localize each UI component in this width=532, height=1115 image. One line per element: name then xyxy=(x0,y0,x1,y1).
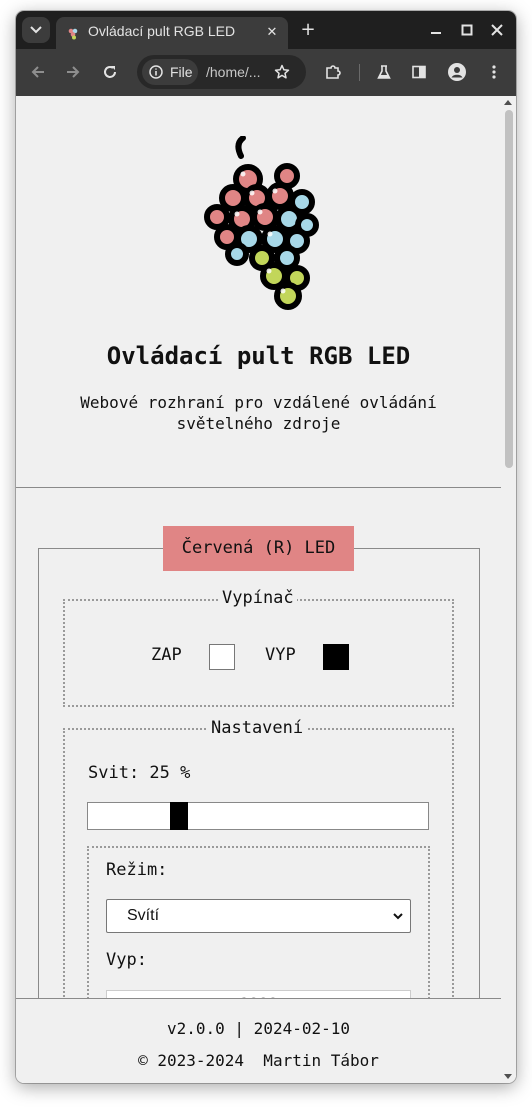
star-icon[interactable] xyxy=(274,64,290,80)
side-panel-icon xyxy=(412,65,426,79)
copyright: © 2023-2024 Martin Tábor xyxy=(138,1051,379,1070)
version-info: v2.0.0 | 2024-02-10 xyxy=(166,1019,351,1038)
mode-select[interactable]: Svítí xyxy=(106,899,411,933)
settings-legend: Nastavení xyxy=(208,718,307,738)
chevron-down-icon xyxy=(30,26,42,34)
site-info-chip[interactable]: File xyxy=(142,59,198,85)
profile-icon xyxy=(448,63,466,81)
reload-icon xyxy=(104,66,116,78)
site-chip-label: File xyxy=(170,64,193,80)
brightness-slider[interactable] xyxy=(87,802,429,830)
forward-button[interactable] xyxy=(62,61,84,83)
minimize-button[interactable] xyxy=(425,19,447,41)
brightness-slider-thumb[interactable] xyxy=(170,802,188,830)
switch-fieldset xyxy=(63,599,454,707)
back-button[interactable] xyxy=(27,61,49,83)
scroll-thumb[interactable] xyxy=(505,110,513,468)
switch-on-checkbox[interactable] xyxy=(209,644,235,670)
header-divider xyxy=(16,487,501,488)
scroll-down-arrow[interactable] xyxy=(504,1074,512,1079)
toolbar-divider xyxy=(359,64,360,81)
address-bar[interactable]: File /home/... xyxy=(137,55,306,89)
maximize-button[interactable] xyxy=(456,19,478,41)
browser-tab[interactable]: Ovládací pult RGB LED ✕ xyxy=(56,17,288,49)
close-window-button[interactable] xyxy=(486,19,508,41)
grapes-logo xyxy=(204,136,319,310)
page-scrollbar[interactable] xyxy=(501,96,516,1083)
page-title: Ovládací pult RGB LED xyxy=(106,342,411,370)
extensions-button[interactable] xyxy=(322,61,344,83)
switch-off-checkbox[interactable] xyxy=(323,644,349,670)
close-icon xyxy=(491,24,503,36)
labs-button[interactable] xyxy=(373,61,395,83)
profile-button[interactable] xyxy=(446,61,468,83)
minimize-icon xyxy=(431,32,441,34)
page-footer: v2.0.0 | 2024-02-10 © 2023-2024 Martin T… xyxy=(16,998,501,1083)
chevron-down-icon xyxy=(393,913,403,920)
url-text: /home/... xyxy=(206,64,261,80)
grapes-icon xyxy=(68,28,78,40)
off-time-label: Vyp: xyxy=(106,950,147,970)
switch-legend: Vypínač xyxy=(219,588,297,608)
brightness-label: Svit: 25 % xyxy=(88,763,191,783)
info-icon xyxy=(149,65,163,79)
switch-off-label[interactable]: VYP xyxy=(265,645,296,665)
switch-on-label[interactable]: ZAP xyxy=(151,645,182,665)
side-panel-button[interactable] xyxy=(408,61,430,83)
kebab-menu-icon xyxy=(492,65,496,79)
tab-close-button[interactable]: ✕ xyxy=(262,23,282,43)
arrow-left-icon xyxy=(31,66,44,78)
scroll-up-arrow[interactable] xyxy=(504,100,512,105)
led-panel-legend: Červená (R) LED xyxy=(163,526,354,571)
new-tab-button[interactable]: + xyxy=(296,20,320,42)
maximize-icon xyxy=(461,24,473,36)
mode-select-value: Svítí xyxy=(127,907,160,924)
tab-strip: Ovládací pult RGB LED ✕ + xyxy=(16,11,516,49)
mode-label: Režim: xyxy=(106,860,168,880)
page-subtitle: Webové rozhraní pro vzdálené ovládání sv… xyxy=(80,393,437,433)
flask-icon xyxy=(377,65,391,79)
browser-menu-button[interactable] xyxy=(483,61,505,83)
tab-title: Ovládací pult RGB LED xyxy=(88,23,236,39)
browser-window: Ovládací pult RGB LED ✕ + File /home/...… xyxy=(16,11,516,1083)
tab-search-button[interactable] xyxy=(22,17,50,43)
browser-toolbar: File /home/... xyxy=(16,49,516,96)
page-viewport: Ovládací pult RGB LED Webové rozhraní pr… xyxy=(16,96,516,1083)
arrow-right-icon xyxy=(67,66,80,78)
reload-button[interactable] xyxy=(99,61,121,83)
puzzle-icon xyxy=(326,65,341,79)
